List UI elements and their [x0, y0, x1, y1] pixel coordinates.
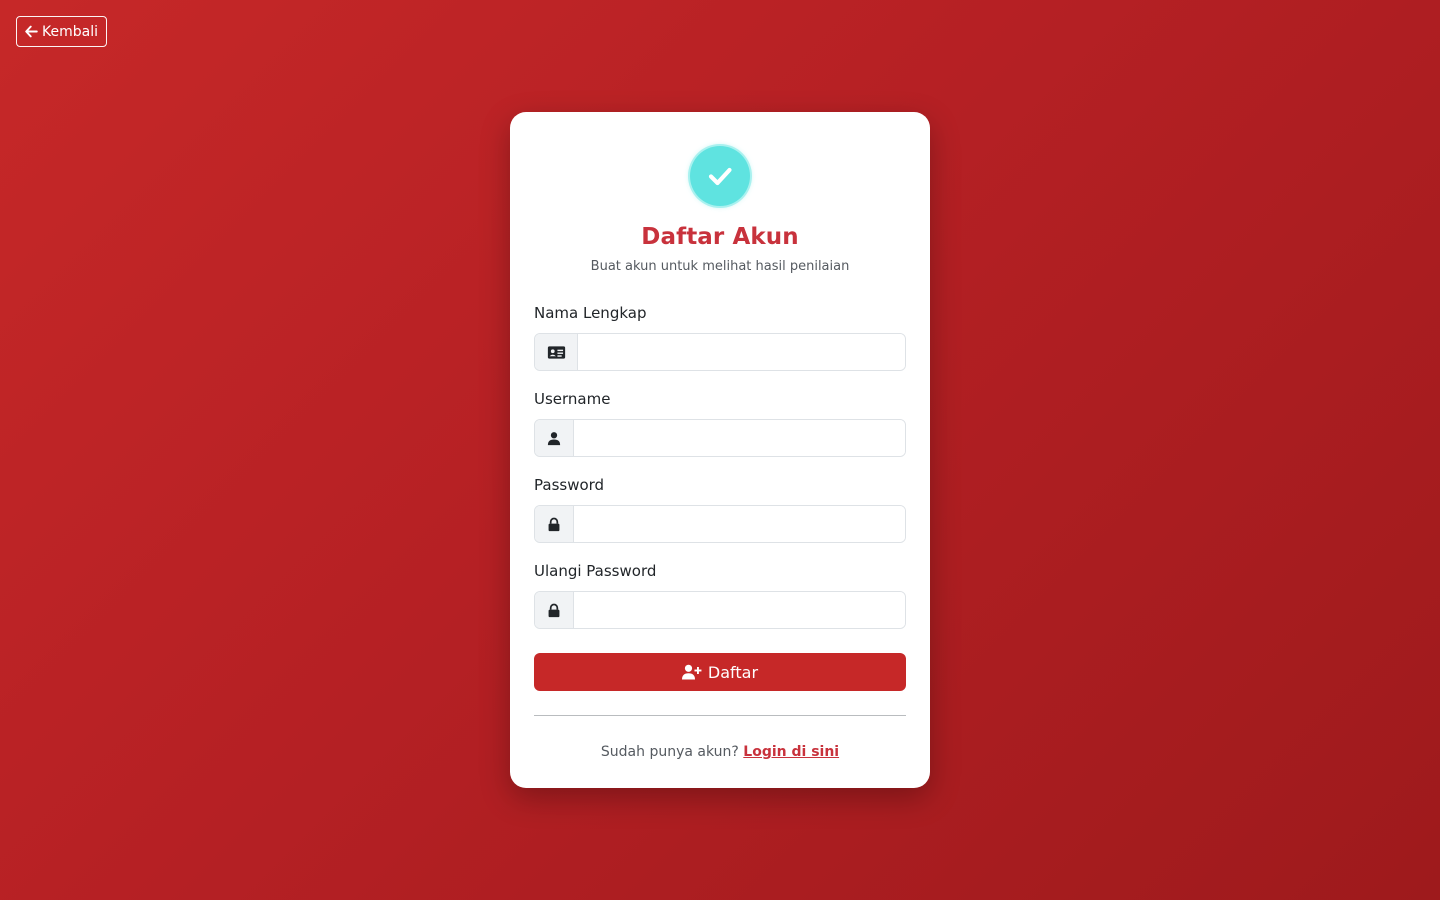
lock-icon [535, 592, 574, 628]
username-field: Username [534, 389, 906, 457]
username-label: Username [534, 390, 611, 408]
page-title: Daftar Akun [641, 224, 799, 250]
arrow-left-icon [25, 25, 38, 38]
username-input-group [534, 419, 906, 457]
back-button-label: Kembali [42, 23, 98, 40]
full-name-label: Nama Lengkap [534, 304, 647, 322]
login-link[interactable]: Login di sini [743, 744, 839, 760]
password-label: Password [534, 476, 605, 494]
page-subtitle: Buat akun untuk melihat hasil penilaian [590, 259, 850, 274]
confirm-password-label: Ulangi Password [534, 562, 657, 580]
user-icon [535, 420, 574, 456]
register-button[interactable]: Daftar [534, 653, 906, 691]
login-prompt-text: Sudah punya akun? [600, 744, 739, 760]
login-prompt: Sudah punya akun? Login di sini [510, 744, 930, 760]
password-input-group [534, 505, 906, 543]
full-name-field: Nama Lengkap [534, 303, 906, 371]
confirm-password-input-group [534, 591, 906, 629]
username-input[interactable] [574, 420, 905, 456]
full-name-input[interactable] [578, 334, 905, 370]
password-input[interactable] [574, 506, 905, 542]
lock-icon [535, 506, 574, 542]
confirm-password-field: Ulangi Password [534, 561, 906, 629]
register-button-label: Daftar [707, 662, 759, 682]
id-card-icon [535, 334, 578, 370]
register-card: Daftar Akun Buat akun untuk melihat hasi… [510, 112, 930, 788]
divider [534, 715, 906, 716]
password-field: Password [534, 475, 906, 543]
check-circle-icon [690, 146, 750, 206]
full-name-input-group [534, 333, 906, 371]
back-button[interactable]: Kembali [16, 16, 107, 47]
user-plus-icon [681, 664, 702, 680]
confirm-password-input[interactable] [574, 592, 905, 628]
